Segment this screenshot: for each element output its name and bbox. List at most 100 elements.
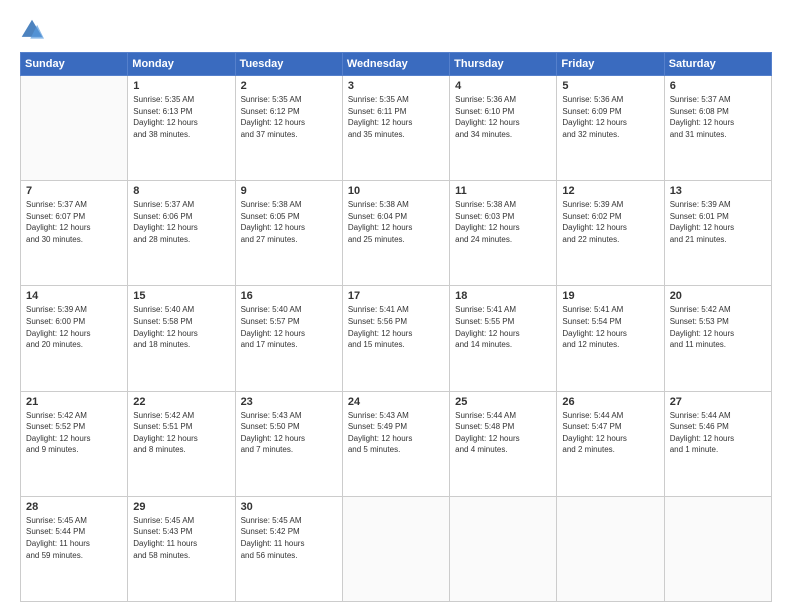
calendar-cell: 5 Sunrise: 5:36 AM Sunset: 6:09 PM Daylig… (557, 76, 664, 181)
day-number: 20 (670, 290, 766, 302)
calendar-cell: 6 Sunrise: 5:37 AM Sunset: 6:08 PM Daylig… (664, 76, 771, 181)
day-number: 22 (133, 396, 229, 408)
calendar-cell: 9 Sunrise: 5:38 AM Sunset: 6:05 PM Daylig… (235, 181, 342, 286)
day-number: 3 (348, 80, 444, 92)
day-number: 18 (455, 290, 551, 302)
day-number: 21 (26, 396, 122, 408)
calendar-cell (557, 496, 664, 601)
day-number: 24 (348, 396, 444, 408)
day-info: Sunrise: 5:42 AM Sunset: 5:52 PM Dayligh… (26, 410, 122, 456)
calendar-cell: 24 Sunrise: 5:43 AM Sunset: 5:49 PM Dayli… (342, 391, 449, 496)
day-info: Sunrise: 5:36 AM Sunset: 6:09 PM Dayligh… (562, 94, 658, 140)
calendar-cell: 7 Sunrise: 5:37 AM Sunset: 6:07 PM Daylig… (21, 181, 128, 286)
week-row: 21 Sunrise: 5:42 AM Sunset: 5:52 PM Dayli… (21, 391, 772, 496)
calendar-cell (450, 496, 557, 601)
weekday-header-row: SundayMondayTuesdayWednesdayThursdayFrid… (21, 53, 772, 76)
day-info: Sunrise: 5:45 AM Sunset: 5:44 PM Dayligh… (26, 515, 122, 561)
day-info: Sunrise: 5:37 AM Sunset: 6:06 PM Dayligh… (133, 199, 229, 245)
day-number: 23 (241, 396, 337, 408)
day-number: 7 (26, 185, 122, 197)
day-info: Sunrise: 5:44 AM Sunset: 5:48 PM Dayligh… (455, 410, 551, 456)
day-info: Sunrise: 5:37 AM Sunset: 6:08 PM Dayligh… (670, 94, 766, 140)
week-row: 14 Sunrise: 5:39 AM Sunset: 6:00 PM Dayli… (21, 286, 772, 391)
day-number: 11 (455, 185, 551, 197)
calendar-cell: 8 Sunrise: 5:37 AM Sunset: 6:06 PM Daylig… (128, 181, 235, 286)
calendar-cell: 4Sunrise: 5:36 AM Sunset: 6:10 PM Daylig… (450, 76, 557, 181)
week-row: 7 Sunrise: 5:37 AM Sunset: 6:07 PM Daylig… (21, 181, 772, 286)
day-info: Sunrise: 5:38 AM Sunset: 6:05 PM Dayligh… (241, 199, 337, 245)
calendar-cell: 1Sunrise: 5:35 AM Sunset: 6:13 PM Daylig… (128, 76, 235, 181)
calendar-cell: 20 Sunrise: 5:42 AM Sunset: 5:53 PM Dayli… (664, 286, 771, 391)
calendar-page: SundayMondayTuesdayWednesdayThursdayFrid… (0, 0, 792, 612)
day-number: 29 (133, 501, 229, 513)
week-row: 1Sunrise: 5:35 AM Sunset: 6:13 PM Daylig… (21, 76, 772, 181)
day-info: Sunrise: 5:41 AM Sunset: 5:56 PM Dayligh… (348, 304, 444, 350)
day-info: Sunrise: 5:42 AM Sunset: 5:53 PM Dayligh… (670, 304, 766, 350)
logo (20, 18, 48, 42)
calendar-cell: 16Sunrise: 5:40 AM Sunset: 5:57 PM Dayli… (235, 286, 342, 391)
day-info: Sunrise: 5:43 AM Sunset: 5:49 PM Dayligh… (348, 410, 444, 456)
calendar-cell: 23 Sunrise: 5:43 AM Sunset: 5:50 PM Dayli… (235, 391, 342, 496)
day-number: 8 (133, 185, 229, 197)
day-info: Sunrise: 5:45 AM Sunset: 5:42 PM Dayligh… (241, 515, 337, 561)
day-number: 27 (670, 396, 766, 408)
day-info: Sunrise: 5:39 AM Sunset: 6:02 PM Dayligh… (562, 199, 658, 245)
calendar-cell: 19 Sunrise: 5:41 AM Sunset: 5:54 PM Dayli… (557, 286, 664, 391)
day-info: Sunrise: 5:43 AM Sunset: 5:50 PM Dayligh… (241, 410, 337, 456)
day-number: 26 (562, 396, 658, 408)
day-info: Sunrise: 5:35 AM Sunset: 6:11 PM Dayligh… (348, 94, 444, 140)
day-number: 2 (241, 80, 337, 92)
day-info: Sunrise: 5:42 AM Sunset: 5:51 PM Dayligh… (133, 410, 229, 456)
day-info: Sunrise: 5:37 AM Sunset: 6:07 PM Dayligh… (26, 199, 122, 245)
day-number: 6 (670, 80, 766, 92)
day-info: Sunrise: 5:39 AM Sunset: 6:00 PM Dayligh… (26, 304, 122, 350)
week-row: 28 Sunrise: 5:45 AM Sunset: 5:44 PM Dayli… (21, 496, 772, 601)
calendar-table: SundayMondayTuesdayWednesdayThursdayFrid… (20, 52, 772, 602)
calendar-cell: 15 Sunrise: 5:40 AM Sunset: 5:58 PM Dayli… (128, 286, 235, 391)
day-info: Sunrise: 5:35 AM Sunset: 6:13 PM Dayligh… (133, 94, 229, 140)
day-info: Sunrise: 5:36 AM Sunset: 6:10 PM Dayligh… (455, 94, 551, 140)
day-number: 9 (241, 185, 337, 197)
day-number: 16 (241, 290, 337, 302)
weekday-header: Wednesday (342, 53, 449, 76)
day-number: 25 (455, 396, 551, 408)
day-number: 13 (670, 185, 766, 197)
calendar-cell: 26Sunrise: 5:44 AM Sunset: 5:47 PM Dayli… (557, 391, 664, 496)
weekday-header: Thursday (450, 53, 557, 76)
day-info: Sunrise: 5:39 AM Sunset: 6:01 PM Dayligh… (670, 199, 766, 245)
calendar-cell: 13 Sunrise: 5:39 AM Sunset: 6:01 PM Dayli… (664, 181, 771, 286)
day-number: 28 (26, 501, 122, 513)
day-number: 15 (133, 290, 229, 302)
weekday-header: Tuesday (235, 53, 342, 76)
calendar-cell: 18 Sunrise: 5:41 AM Sunset: 5:55 PM Dayli… (450, 286, 557, 391)
weekday-header: Sunday (21, 53, 128, 76)
calendar-cell: 29Sunrise: 5:45 AM Sunset: 5:43 PM Dayli… (128, 496, 235, 601)
day-number: 5 (562, 80, 658, 92)
day-info: Sunrise: 5:38 AM Sunset: 6:03 PM Dayligh… (455, 199, 551, 245)
logo-icon (20, 18, 44, 42)
day-info: Sunrise: 5:40 AM Sunset: 5:58 PM Dayligh… (133, 304, 229, 350)
calendar-cell: 17 Sunrise: 5:41 AM Sunset: 5:56 PM Dayli… (342, 286, 449, 391)
day-info: Sunrise: 5:41 AM Sunset: 5:55 PM Dayligh… (455, 304, 551, 350)
calendar-cell: 14 Sunrise: 5:39 AM Sunset: 6:00 PM Dayli… (21, 286, 128, 391)
calendar-cell: 25 Sunrise: 5:44 AM Sunset: 5:48 PM Dayli… (450, 391, 557, 496)
day-info: Sunrise: 5:41 AM Sunset: 5:54 PM Dayligh… (562, 304, 658, 350)
day-number: 10 (348, 185, 444, 197)
day-number: 30 (241, 501, 337, 513)
weekday-header: Saturday (664, 53, 771, 76)
calendar-cell: 2 Sunrise: 5:35 AM Sunset: 6:12 PM Daylig… (235, 76, 342, 181)
day-info: Sunrise: 5:44 AM Sunset: 5:46 PM Dayligh… (670, 410, 766, 456)
calendar-cell: 11 Sunrise: 5:38 AM Sunset: 6:03 PM Dayli… (450, 181, 557, 286)
weekday-header: Monday (128, 53, 235, 76)
day-number: 17 (348, 290, 444, 302)
calendar-cell (21, 76, 128, 181)
calendar-cell: 10Sunrise: 5:38 AM Sunset: 6:04 PM Dayli… (342, 181, 449, 286)
day-number: 12 (562, 185, 658, 197)
calendar-cell (342, 496, 449, 601)
weekday-header: Friday (557, 53, 664, 76)
calendar-cell: 21 Sunrise: 5:42 AM Sunset: 5:52 PM Dayli… (21, 391, 128, 496)
calendar-cell (664, 496, 771, 601)
day-info: Sunrise: 5:35 AM Sunset: 6:12 PM Dayligh… (241, 94, 337, 140)
day-number: 19 (562, 290, 658, 302)
day-number: 14 (26, 290, 122, 302)
